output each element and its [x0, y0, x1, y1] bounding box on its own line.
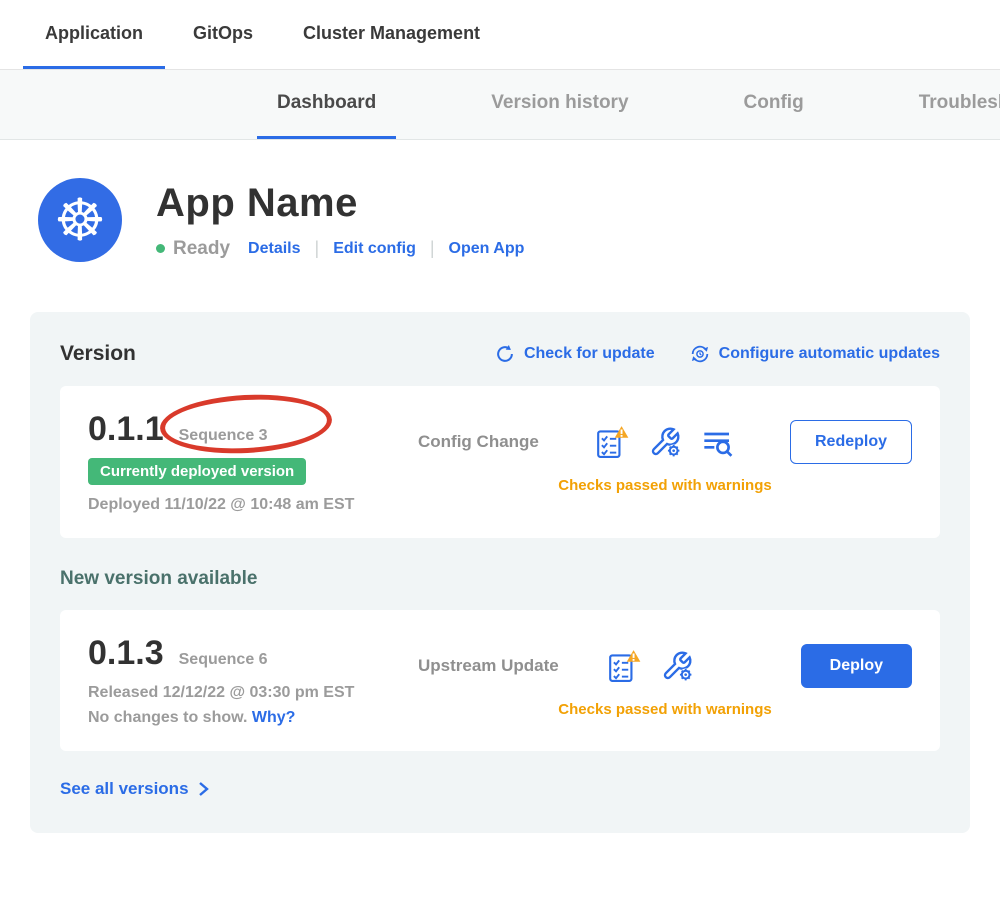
annotation-red-ellipse [159, 391, 334, 458]
released-timestamp: Released 12/12/22 @ 03:30 pm EST [88, 684, 418, 702]
sub-nav: Dashboard Version history Config Trouble… [0, 70, 1000, 140]
status-text: Ready [173, 238, 230, 260]
refresh-icon [494, 343, 516, 365]
app-header: ☸ App Name Ready Details | Edit config |… [38, 178, 1000, 262]
tab-version-history[interactable]: Version history [471, 70, 648, 139]
new-version-card: 0.1.3 Sequence 6 Released 12/12/22 @ 03:… [60, 610, 940, 751]
check-for-update-button[interactable]: Check for update [494, 343, 655, 365]
current-version-number: 0.1.1 [88, 410, 164, 449]
new-version-heading: New version available [60, 568, 940, 590]
version-panel: Version Check for update [30, 312, 970, 833]
preflight-checks-warning-icon[interactable] [595, 425, 629, 459]
change-source-label: Config Change [418, 432, 539, 452]
tab-config[interactable]: Config [724, 70, 824, 139]
change-source-label: Upstream Update [418, 656, 559, 676]
kubernetes-logo-icon: ☸ [38, 178, 122, 262]
new-version-number: 0.1.3 [88, 634, 164, 673]
top-tab-gitops[interactable]: GitOps [171, 0, 275, 69]
see-all-versions-link[interactable]: See all versions [60, 779, 940, 799]
top-nav: Application GitOps Cluster Management [0, 0, 1000, 70]
why-link[interactable]: Why? [252, 709, 296, 726]
currently-deployed-badge: Currently deployed version [88, 458, 306, 485]
ready-status-dot-icon [156, 244, 165, 253]
top-tab-cluster-management[interactable]: Cluster Management [281, 0, 502, 69]
tab-troubleshoot[interactable]: Troubleshoot [899, 70, 1000, 139]
deployed-timestamp: Deployed 11/10/22 @ 10:48 am EST [88, 496, 418, 514]
chevron-right-icon [197, 781, 209, 797]
preflight-checks-warning-icon[interactable] [607, 649, 641, 683]
current-sequence-label: Sequence 3 [179, 427, 268, 445]
check-for-update-label: Check for update [524, 345, 655, 363]
see-all-versions-label: See all versions [60, 779, 189, 799]
view-files-search-icon[interactable] [701, 426, 733, 458]
current-version-card: 0.1.1 Sequence 3 Currently deployed vers… [60, 386, 940, 538]
divider: | [430, 238, 435, 259]
edit-config-wrench-icon[interactable] [661, 650, 693, 682]
edit-config-wrench-icon[interactable] [649, 426, 681, 458]
configure-automatic-updates-label: Configure automatic updates [719, 345, 940, 363]
checks-warning-text: Checks passed with warnings [418, 477, 912, 494]
new-sequence-label: Sequence 6 [179, 651, 268, 669]
divider: | [315, 238, 320, 259]
redeploy-button[interactable]: Redeploy [790, 420, 912, 464]
page-title: App Name [156, 181, 524, 226]
checks-warning-text: Checks passed with warnings [418, 701, 912, 718]
edit-config-link[interactable]: Edit config [333, 240, 416, 258]
details-link[interactable]: Details [248, 240, 300, 258]
top-tab-application[interactable]: Application [23, 0, 165, 69]
open-app-link[interactable]: Open App [449, 240, 525, 258]
version-panel-title: Version [60, 342, 136, 366]
schedule-update-icon [689, 343, 711, 365]
deploy-button[interactable]: Deploy [801, 644, 912, 688]
tab-dashboard[interactable]: Dashboard [257, 70, 396, 139]
configure-automatic-updates-button[interactable]: Configure automatic updates [689, 343, 940, 365]
no-changes-text: No changes to show. [88, 709, 247, 726]
